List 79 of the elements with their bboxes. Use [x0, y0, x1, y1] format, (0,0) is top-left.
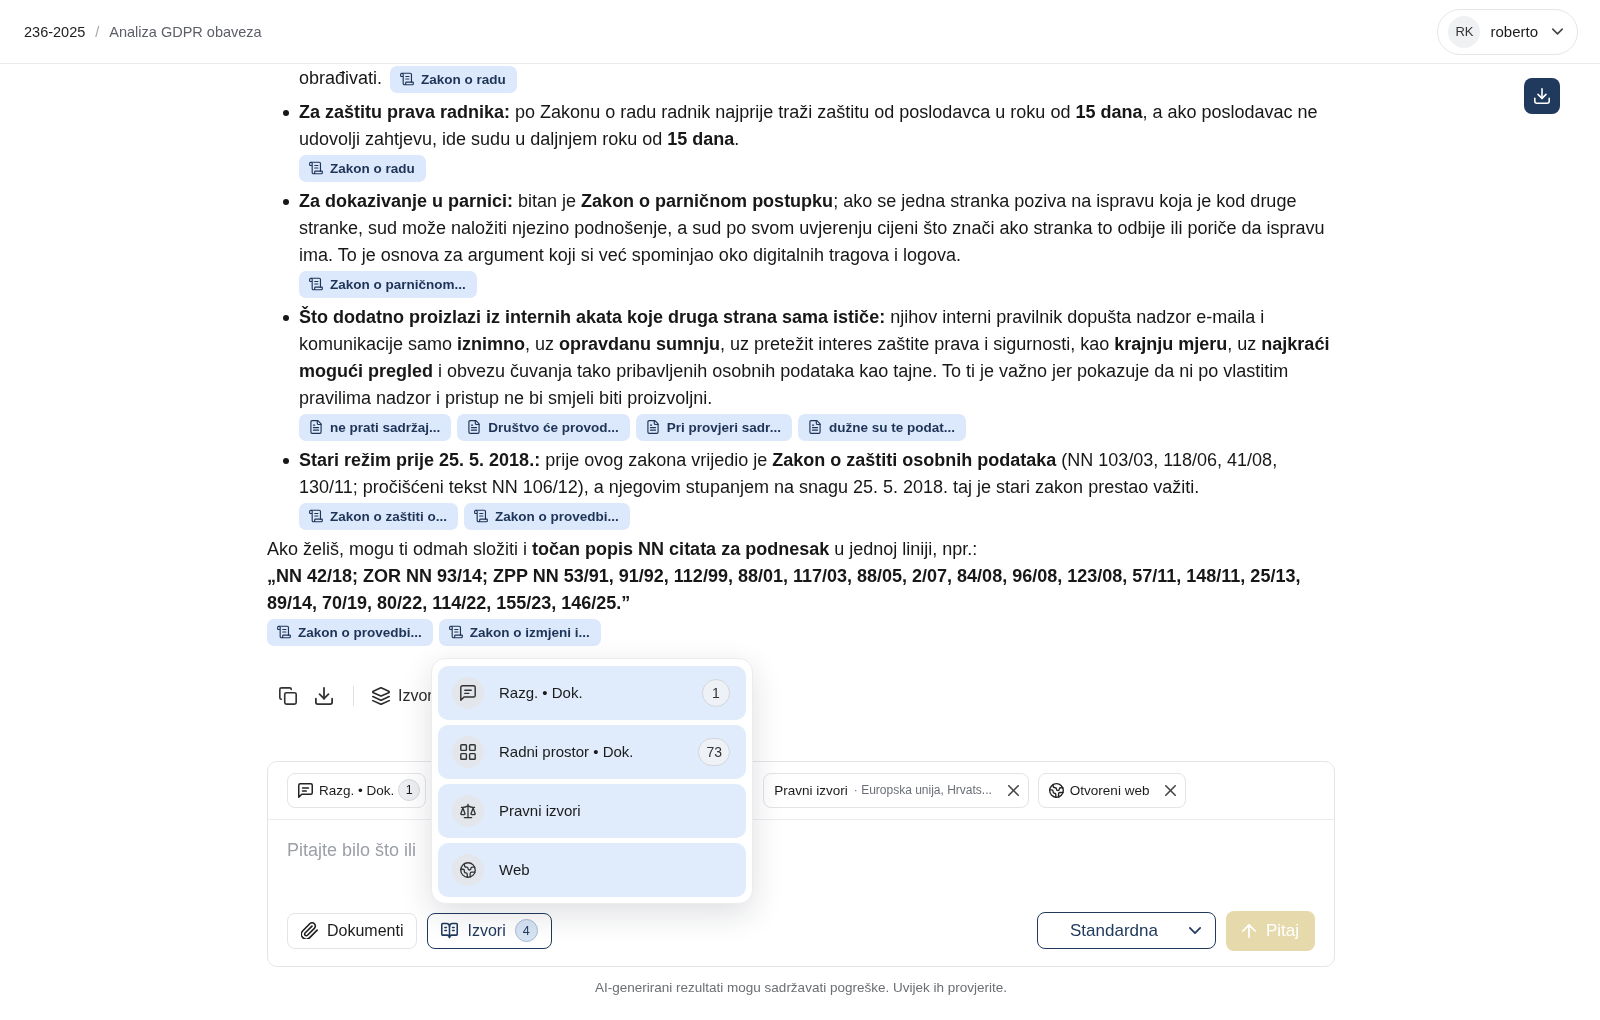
scroll-icon	[448, 625, 463, 640]
chat-bubble-icon	[452, 676, 484, 709]
source-citation[interactable]: Zakon o provedbi...	[464, 502, 630, 530]
sources-button[interactable]: Izvori 4	[427, 912, 552, 949]
source-option[interactable]: Pravni izvori	[438, 783, 746, 838]
source-citation[interactable]: Društvo će provod...	[457, 413, 630, 441]
document-icon	[467, 420, 482, 435]
book-icon	[441, 922, 459, 940]
disclaimer-text: AI-generirani rezultati mogu sadržavati pogreške. Uvijek ih provjerite.	[594, 978, 1008, 997]
scales-icon	[452, 794, 484, 827]
scroll-icon	[309, 509, 323, 524]
count-badge: 73	[698, 737, 730, 766]
chevron-down-icon	[1189, 927, 1201, 935]
option-label: Web	[499, 861, 531, 879]
chip-label: Pravni izvori	[774, 782, 848, 798]
grid-icon	[452, 735, 484, 768]
source-chip[interactable]: Pravni izvori · Europska unija, Hrvats...	[763, 772, 1029, 808]
bullet-icon	[283, 314, 289, 321]
count-badge: 4	[514, 919, 538, 943]
download-icon	[315, 686, 333, 705]
list-item-text: Za zaštitu prava radnika: po Zakonu o radu radnik najprije traži zaštitu od poslodavca u roku od 15 dana, a ako poslodavac ne udovolji zahtjevu, ide sudu u daljnjem roku od 15 dana.	[299, 100, 1319, 151]
list-item-text: obrađivati.	[299, 68, 383, 88]
source-citation[interactable]: ne prati sadržaj...	[299, 413, 452, 441]
source-citation[interactable]: Zakon o radu	[390, 65, 517, 93]
chip-label: Otvoreni web	[1069, 782, 1150, 798]
source-citation[interactable]: Zakon o radu	[299, 154, 426, 182]
source-option[interactable]: Radni prostor • Dok. 73	[438, 724, 746, 779]
list-item-text: Stari režim prije 25. 5. 2018.: prije ovog zakona vrijedio je Zakon o zaštiti osobnih podataka (NN 103/03, 118/06, 41/08, 130/11; pročišćeni tekst NN 106/12), a njegovim stupanjem na snagu 25. 5. 2018. taj je stari zakon prestao važiti.	[299, 448, 1279, 499]
source-citation[interactable]: Zakon o izmjeni i...	[438, 618, 601, 646]
bullet-icon	[283, 109, 289, 116]
citation-list-text: „NN 42/18; ZOR NN 93/14; ZPP NN 53/91, 91/92, 112/99, 88/01, 117/03, 88/05, 2/07, 84/08, 96/08, 123/08, 57/11, 148/11, 25/13, 89/14, 70/19, 80/22, 114/22, 155/23, 146/25.”	[267, 564, 1302, 615]
mode-select[interactable]: Standardna	[1037, 912, 1216, 950]
scroll-icon	[277, 625, 291, 640]
user-menu-button[interactable]: RK roberto	[1437, 8, 1578, 55]
option-label: Pravni izvori	[499, 802, 582, 820]
breadcrumb-link[interactable]: 236-2025	[24, 23, 86, 40]
source-citation[interactable]: Zakon o zaštiti o...	[299, 502, 458, 530]
source-chip[interactable]: Razg. • Dok. 1	[287, 772, 427, 808]
document-icon	[309, 420, 323, 435]
scroll-icon	[309, 277, 323, 292]
count-badge: 1	[398, 779, 421, 802]
chip-label: Razg. • Dok.	[319, 782, 395, 798]
chevron-down-icon	[1552, 28, 1563, 35]
source-chip[interactable]: Otvoreni web	[1037, 772, 1187, 808]
scroll-icon	[474, 509, 488, 524]
scroll-icon	[309, 161, 323, 176]
list-item-text: Što dodatno proizlazi iz internih akata koje druga strana sama ističe: njihov interni pravilnik dopušta nadzor e-maila i komunikacije samo iznimno, uz opravdanu sumnju, uz pretežit interes zaštite prava i sigurnosti, kao krajnju mjeru, uz najkraći mogući pregled i obvezu čuvanja tako pribavljenih osobnih podataka kao tajne. To ti je važno jer pokazuje da ni po vlastitim pravilima nadzor i pristup ne bi smjeli biti proizvoljni.	[299, 305, 1331, 410]
bullet-icon	[283, 198, 289, 205]
chat-bubble-icon	[298, 782, 313, 798]
paperclip-icon	[301, 922, 318, 940]
scroll-icon	[400, 72, 415, 87]
sources-button[interactable]: Izvor	[372, 686, 433, 705]
document-icon	[807, 420, 822, 435]
user-avatar: RK	[1448, 15, 1481, 48]
close-icon[interactable]	[1165, 784, 1177, 796]
globe-icon	[452, 853, 484, 886]
source-option[interactable]: Web	[438, 842, 746, 897]
bullet-icon	[283, 457, 289, 464]
option-label: Razg. • Dok.	[499, 684, 584, 702]
close-icon[interactable]	[1007, 784, 1019, 796]
paragraph-text: Ako želiš, mogu ti odmah složiti i točan popis NN citata za podnesak u jednoj liniji, npr.:	[267, 537, 979, 561]
option-label: Radni prostor • Dok.	[499, 743, 635, 761]
source-citation[interactable]: Zakon o parničnom...	[299, 270, 477, 298]
attach-button[interactable]: Dokumenti	[287, 912, 418, 949]
source-citation[interactable]: Zakon o provedbi...	[267, 618, 433, 646]
chip-detail: · Europska unija, Hrvats...	[853, 783, 992, 798]
copy-icon	[279, 686, 297, 705]
download-button[interactable]	[1524, 78, 1560, 114]
document-icon	[645, 420, 660, 435]
source-option[interactable]: Razg. • Dok. 1	[438, 665, 746, 720]
breadcrumb-separator: /	[95, 23, 100, 40]
globe-icon	[1048, 782, 1064, 798]
download-icon	[1534, 88, 1550, 104]
breadcrumb-link[interactable]: Analiza GDPR obaveza	[109, 23, 262, 40]
layers-icon	[372, 686, 390, 705]
list-item-text: Za dokazivanje u parnici: bitan je Zakon o parničnom postupku; ako se jedna stranka poziva na ispravu koja je kod druge stranke, sud može naložiti njezino podnošenje, a sud po svom uvjerenju cijeni što znači ako stranka to odbije ili poriče da ispravu ima. To je osnova za argument koji si već spominjao oko digitalnih tragova i logova.	[299, 189, 1326, 267]
source-citation[interactable]: Pri provjeri sadr...	[635, 413, 792, 441]
source-citation[interactable]: dužne su te podat...	[797, 413, 966, 441]
count-badge: 1	[702, 678, 730, 707]
